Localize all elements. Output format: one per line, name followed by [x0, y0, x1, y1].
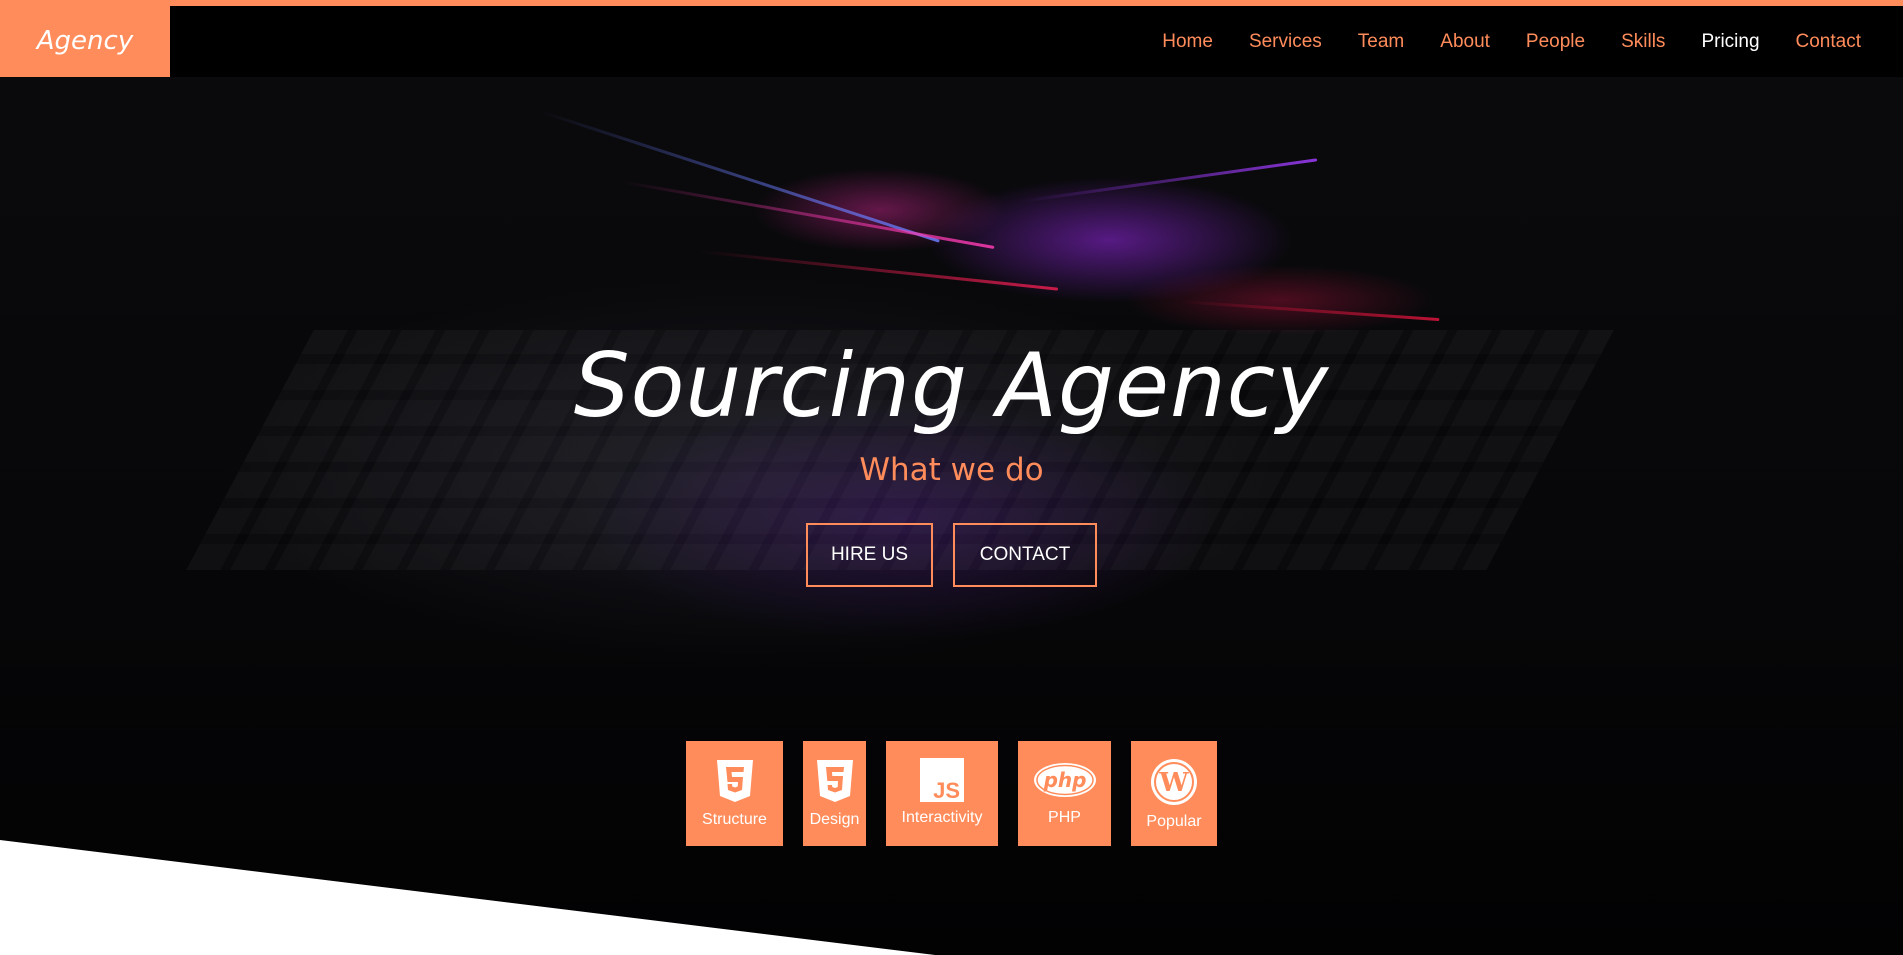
nav-item-skills[interactable]: Skills — [1621, 31, 1665, 53]
wordpress-icon: W — [1151, 759, 1197, 805]
contact-button[interactable]: CONTACT — [953, 523, 1097, 587]
svg-text:W: W — [1158, 768, 1189, 798]
hero-title: Sourcing Agency — [573, 334, 1330, 437]
nav-item-services[interactable]: Services — [1249, 31, 1322, 53]
tile-label: Popular — [1146, 813, 1202, 830]
nav-item-about[interactable]: About — [1440, 31, 1490, 53]
light-streak — [539, 110, 940, 243]
tile-label: Design — [809, 811, 860, 828]
light-streak — [699, 250, 1059, 291]
nav-item-team[interactable]: Team — [1358, 31, 1404, 53]
html5-icon — [716, 760, 753, 802]
hero-subtitle: What we do — [859, 452, 1044, 488]
css3-icon — [816, 760, 853, 802]
nav-item-pricing[interactable]: Pricing — [1701, 31, 1759, 53]
tech-tiles: Structure Design JS Interactivity php PH… — [0, 741, 1903, 846]
tile-label: Structure — [702, 811, 767, 828]
nav-item-home[interactable]: Home — [1162, 31, 1213, 53]
light-streak — [1019, 158, 1318, 203]
js-icon: JS — [920, 758, 964, 802]
brand-logo[interactable]: Agency — [0, 6, 170, 77]
tile-design[interactable]: Design — [803, 741, 866, 846]
svg-text:JS: JS — [933, 778, 960, 802]
tile-structure[interactable]: Structure — [686, 741, 783, 846]
php-icon: php — [1033, 763, 1096, 797]
tile-interactivity[interactable]: JS Interactivity — [886, 741, 998, 846]
tile-php[interactable]: php PHP — [1018, 741, 1111, 846]
tile-popular[interactable]: W Popular — [1131, 741, 1217, 846]
navbar: Agency Home Services Team About People S… — [0, 6, 1903, 77]
light-streak — [619, 180, 995, 249]
tile-label: PHP — [1048, 809, 1081, 826]
top-accent-line — [0, 0, 1903, 6]
hire-us-button[interactable]: HIRE US — [806, 523, 933, 587]
nav-menu: Home Services Team About People Skills P… — [1126, 6, 1861, 77]
nav-item-contact[interactable]: Contact — [1796, 31, 1861, 53]
tile-label: Interactivity — [901, 809, 983, 826]
svg-text:php: php — [1042, 768, 1086, 792]
nav-item-people[interactable]: People — [1526, 31, 1585, 53]
light-streak — [1179, 300, 1440, 322]
